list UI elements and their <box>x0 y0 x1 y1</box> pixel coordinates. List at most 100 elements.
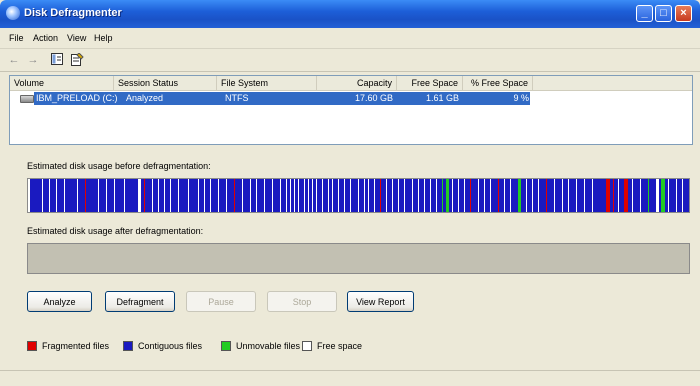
disk-segment <box>256 179 257 212</box>
disk-segment <box>538 179 539 212</box>
disk-segment <box>668 179 669 212</box>
disk-segment <box>504 179 505 212</box>
disk-segment <box>338 179 339 212</box>
disk-segment <box>308 179 309 212</box>
disk-segment <box>648 179 649 212</box>
properties-icon[interactable] <box>70 52 84 67</box>
disk-segment <box>250 179 251 212</box>
disk-segment <box>606 179 610 212</box>
disk-segment <box>661 179 665 212</box>
disk-segment <box>290 179 291 212</box>
hard-drive-icon <box>20 95 34 103</box>
disk-defragmenter-window: Disk Defragmenter _ □ × File Action View… <box>0 0 700 386</box>
disk-segment <box>332 179 333 212</box>
disk-segment <box>592 179 593 212</box>
table-row[interactable]: IBM_PRELOAD (C:) Analyzed NTFS 17.60 GB … <box>10 92 530 105</box>
legend-swatch-fragmented <box>27 341 37 351</box>
col-pct-free-space[interactable]: % Free Space <box>463 76 533 91</box>
disk-segment <box>510 179 511 212</box>
disk-segment <box>42 179 43 212</box>
analyze-button[interactable]: Analyze <box>27 291 92 312</box>
disk-segment <box>584 179 585 212</box>
menu-help[interactable]: Help <box>94 33 113 43</box>
back-icon[interactable]: ← <box>7 53 21 67</box>
col-session-status[interactable]: Session Status <box>114 76 217 91</box>
disk-segment <box>350 179 351 212</box>
disk-segment <box>234 179 235 212</box>
cell-free-space: 1.61 GB <box>425 93 459 103</box>
status-bar <box>0 370 700 386</box>
disk-segment <box>304 179 305 212</box>
disk-segment <box>418 179 419 212</box>
legend-free: Free space <box>317 341 363 351</box>
stop-button[interactable]: Stop <box>267 291 337 312</box>
disk-segment <box>392 179 393 212</box>
window-title: Disk Defragmenter <box>24 7 122 19</box>
disk-segment <box>464 179 465 212</box>
disk-segment <box>640 179 641 212</box>
disk-segment <box>294 179 295 212</box>
disk-segment <box>170 179 171 212</box>
disk-segment <box>242 179 243 212</box>
disk-segment <box>286 179 287 212</box>
pause-button[interactable]: Pause <box>186 291 256 312</box>
minimize-icon: _ <box>641 7 648 19</box>
col-filler <box>533 76 692 91</box>
title-bar[interactable]: Disk Defragmenter _ □ × <box>0 0 700 28</box>
maximize-button[interactable]: □ <box>655 5 672 22</box>
disk-segment <box>98 179 99 212</box>
menu-view[interactable]: View <box>67 33 86 43</box>
view-report-button[interactable]: View Report <box>347 291 414 312</box>
disk-segment <box>546 179 547 212</box>
disk-segment <box>210 179 211 212</box>
disk-segment <box>656 179 659 212</box>
close-button[interactable]: × <box>675 5 692 22</box>
disk-segment <box>484 179 485 212</box>
legend-swatch-contiguous <box>123 341 133 351</box>
disk-usage-before-graphic <box>28 179 683 212</box>
disk-usage-before-bar <box>27 178 690 213</box>
disk-segment <box>272 179 273 212</box>
menu-action[interactable]: Action <box>33 33 58 43</box>
disk-segment <box>158 179 159 212</box>
menu-bar: File Action View Help <box>0 28 700 48</box>
console-tree-icon[interactable] <box>50 53 64 67</box>
minimize-button[interactable]: _ <box>636 5 653 22</box>
disk-segment <box>412 179 413 212</box>
disk-segment <box>458 179 459 212</box>
disk-segment <box>446 179 449 212</box>
disk-segment <box>312 179 313 212</box>
disk-segment <box>164 179 165 212</box>
disk-segment <box>398 179 399 212</box>
disk-segment <box>344 179 345 212</box>
disk-segment <box>632 179 633 212</box>
disk-segment <box>298 179 299 212</box>
maximize-icon: □ <box>660 7 667 19</box>
col-free-space[interactable]: Free Space <box>397 76 463 91</box>
disk-segment <box>328 179 329 212</box>
disk-segment <box>218 179 219 212</box>
menu-file[interactable]: File <box>9 33 24 43</box>
disk-segment <box>138 179 141 212</box>
close-icon: × <box>680 7 687 19</box>
cell-volume: IBM_PRELOAD (C:) <box>36 93 118 103</box>
col-volume[interactable]: Volume <box>10 76 114 91</box>
col-file-system[interactable]: File System <box>217 76 317 91</box>
disk-segment <box>28 179 30 212</box>
legend-swatch-unmovable <box>221 341 231 351</box>
disk-segment <box>264 179 265 212</box>
disk-segment <box>568 179 569 212</box>
disk-segment <box>358 179 359 212</box>
disk-segment <box>178 179 179 212</box>
cell-pct-free: 9 % <box>513 93 529 103</box>
disk-segment <box>368 179 369 212</box>
defragment-button[interactable]: Defragment <box>105 291 175 312</box>
disk-segment <box>613 179 614 212</box>
label-after: Estimated disk usage after defragmentati… <box>27 226 204 236</box>
disk-segment <box>404 179 405 212</box>
disk-segment <box>64 179 65 212</box>
forward-icon[interactable]: → <box>26 53 40 67</box>
disk-segment <box>442 179 443 212</box>
disk-segment <box>532 179 533 212</box>
col-capacity[interactable]: Capacity <box>317 76 397 91</box>
